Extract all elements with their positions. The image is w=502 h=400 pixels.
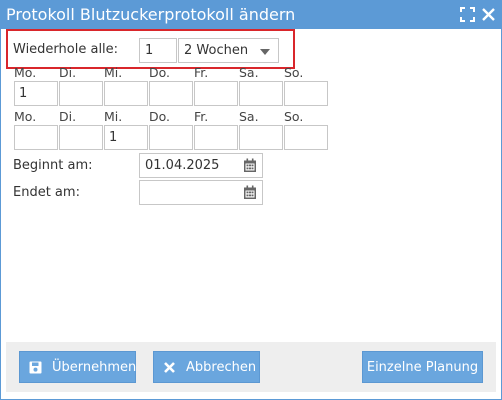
week2-mi-input[interactable]: 1: [104, 125, 148, 150]
apply-button[interactable]: Übernehmen: [19, 351, 136, 383]
week2-day-so: So.: [284, 109, 304, 124]
calendar-icon[interactable]: [243, 185, 257, 200]
week1-day-do: Do.: [149, 65, 171, 80]
single-planning-button-label: Einzelne Planung: [366, 360, 479, 375]
week2-mo-input[interactable]: [14, 125, 58, 150]
chevron-down-icon: [260, 49, 270, 55]
week1-fr-input[interactable]: [194, 81, 238, 106]
expand-icon[interactable]: [460, 7, 475, 22]
calendar-icon[interactable]: [243, 158, 257, 173]
end-date-label: Endet am:: [13, 185, 80, 200]
week2-day-di: Di.: [59, 109, 77, 124]
dialog-footer: Übernehmen Abbrechen Einzelne Planung: [6, 342, 496, 392]
week2-day-sa: Sa.: [239, 109, 259, 124]
week1-mi-input[interactable]: [104, 81, 148, 106]
week2-mi-value: 1: [109, 130, 118, 145]
week1-mo-input[interactable]: 1: [14, 81, 58, 106]
start-date-label: Beginnt am:: [13, 158, 93, 173]
apply-button-label: Übernehmen: [52, 360, 137, 375]
dialog-title: Protokoll Blutzuckerprotokoll ändern: [6, 5, 296, 24]
week1-mo-value: 1: [19, 86, 28, 101]
cancel-button[interactable]: Abbrechen: [153, 351, 260, 383]
end-date-input[interactable]: [139, 180, 263, 205]
week2-sa-input[interactable]: [239, 125, 283, 150]
week1-day-di: Di.: [59, 65, 77, 80]
week2-day-do: Do.: [149, 109, 171, 124]
week2-day-fr: Fr.: [194, 109, 209, 124]
week2-di-input[interactable]: [59, 125, 103, 150]
repeat-count-value: 1: [145, 43, 154, 58]
start-date-input[interactable]: 01.04.2025: [139, 153, 263, 178]
week1-sa-input[interactable]: [239, 81, 283, 106]
week1-do-input[interactable]: [149, 81, 193, 106]
title-bar: Protokoll Blutzuckerprotokoll ändern: [1, 1, 501, 29]
cancel-button-label: Abbrechen: [186, 360, 257, 375]
repeat-interval-select[interactable]: 2 Wochen: [178, 38, 279, 63]
week1-day-sa: Sa.: [239, 65, 259, 80]
repeat-label: Wiederhole alle:: [13, 42, 119, 57]
week1-day-fr: Fr.: [194, 65, 209, 80]
week2-do-input[interactable]: [149, 125, 193, 150]
week1-day-so: So.: [284, 65, 304, 80]
x-icon: [164, 362, 175, 373]
single-planning-button[interactable]: Einzelne Planung: [362, 351, 483, 383]
close-icon[interactable]: [481, 7, 496, 22]
repeat-interval-value: 2 Wochen: [184, 43, 249, 58]
repeat-count-input[interactable]: 1: [139, 38, 177, 63]
week2-day-mo: Mo.: [14, 109, 37, 124]
week1-day-mi: Mi.: [104, 65, 123, 80]
week1-day-mo: Mo.: [14, 65, 37, 80]
start-date-value: 01.04.2025: [145, 158, 220, 173]
week2-so-input[interactable]: [284, 125, 328, 150]
save-icon: [29, 361, 42, 374]
week2-day-mi: Mi.: [104, 109, 123, 124]
week1-so-input[interactable]: [284, 81, 328, 106]
week2-fr-input[interactable]: [194, 125, 238, 150]
week1-di-input[interactable]: [59, 81, 103, 106]
dialog-window: Protokoll Blutzuckerprotokoll ändern Wie…: [0, 0, 502, 400]
